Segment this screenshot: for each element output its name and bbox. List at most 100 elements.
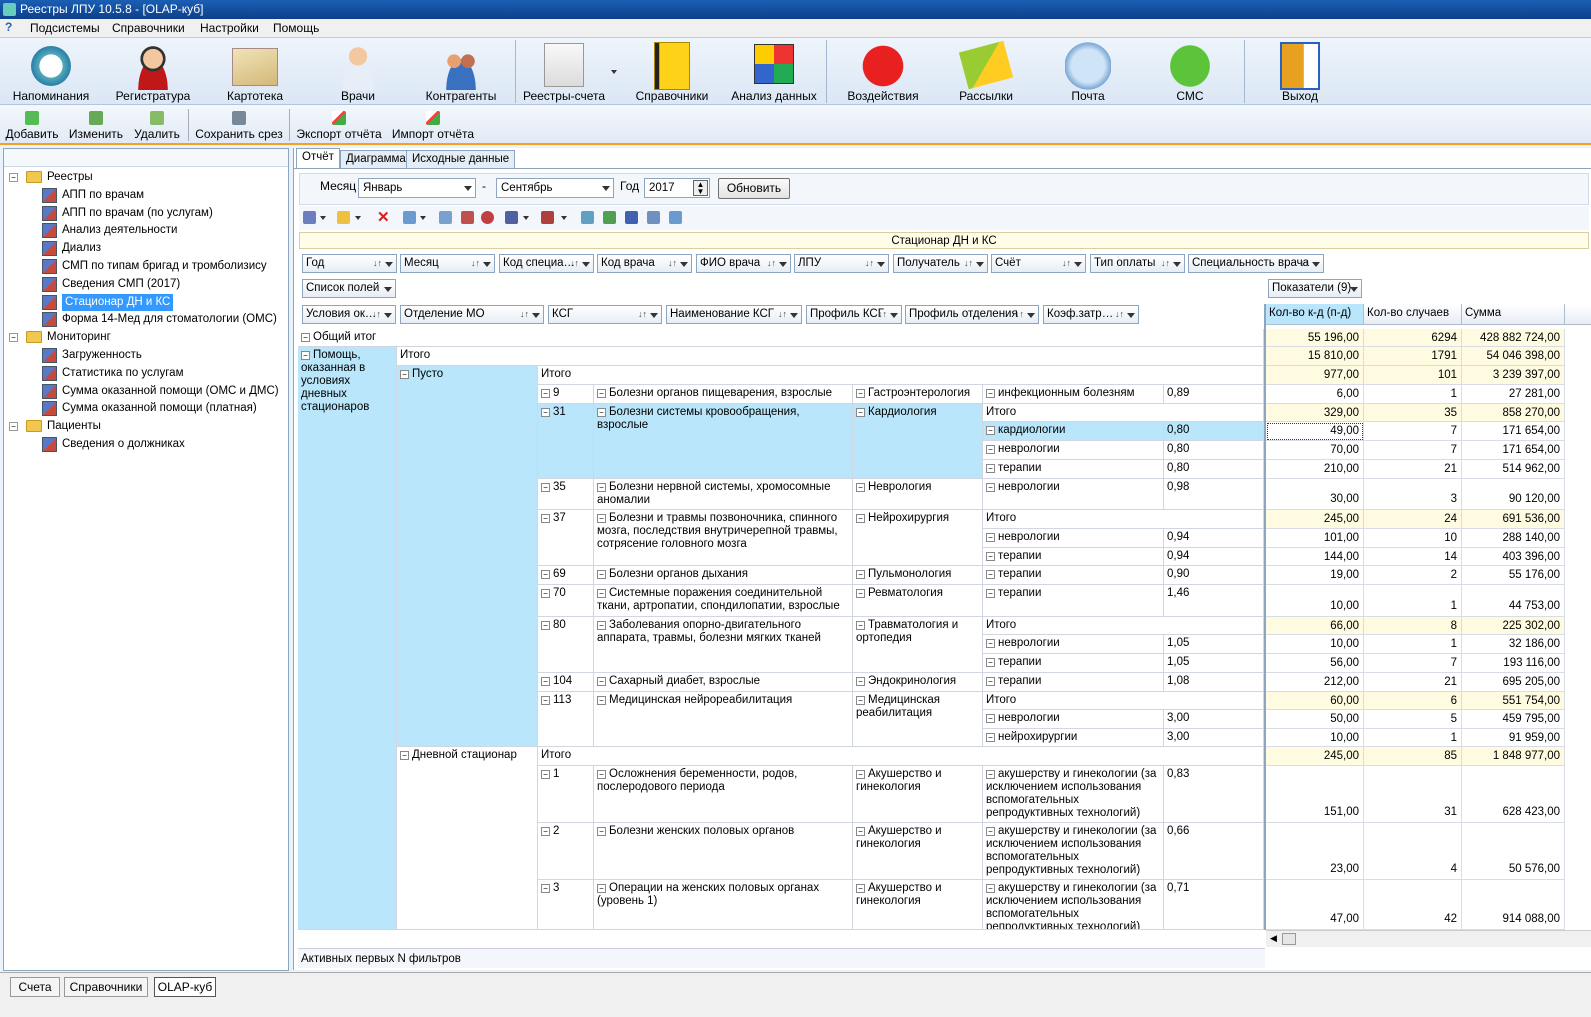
collapse-icon[interactable]: − bbox=[856, 696, 865, 705]
add-button[interactable]: Добавить bbox=[4, 107, 60, 143]
collapse-icon[interactable]: − bbox=[597, 570, 606, 579]
collapse-icon[interactable]: − bbox=[986, 714, 995, 723]
save-slice-button[interactable]: Сохранить срез bbox=[194, 107, 284, 143]
measure-header-sum[interactable]: Сумма bbox=[1462, 304, 1565, 325]
folder-open-icon[interactable] bbox=[337, 211, 350, 224]
value-cell[interactable]: 15 810,00 bbox=[1266, 347, 1364, 366]
ksg-name-cell[interactable]: − Болезни системы кровообращения, взрослы… bbox=[594, 404, 853, 479]
exit-button[interactable]: Выход bbox=[1260, 38, 1340, 105]
total-row[interactable]: Итого bbox=[538, 747, 1264, 766]
value-cell[interactable]: 10,00 bbox=[1266, 635, 1364, 654]
columns-icon[interactable] bbox=[541, 211, 554, 224]
filter-field-button[interactable]: Тип оплаты ↓↑ bbox=[1090, 254, 1185, 273]
filter-field-button[interactable]: Получатель ↓↑ bbox=[893, 254, 988, 273]
ksg-name-cell[interactable]: − Болезни нервной системы, хромосомные ан… bbox=[594, 479, 853, 510]
month-to-select[interactable]: Сентябрь bbox=[496, 178, 614, 198]
filter-field-button[interactable]: Специальность врача ↓↑ bbox=[1188, 254, 1324, 273]
value-cell[interactable]: 10,00 bbox=[1266, 585, 1364, 617]
value-cell[interactable]: 171 654,00 bbox=[1462, 441, 1565, 460]
total-row[interactable]: Итого bbox=[983, 692, 1264, 710]
filter-field-button[interactable]: ФИО врача ↓↑ bbox=[696, 254, 791, 273]
value-cell[interactable]: 47,00 bbox=[1266, 880, 1364, 930]
collapse-icon[interactable]: − bbox=[856, 514, 865, 523]
value-cell[interactable]: 5 bbox=[1364, 710, 1462, 729]
value-cell[interactable]: 6 bbox=[1364, 692, 1462, 710]
registers-invoices-button[interactable]: Реестры-счета bbox=[518, 38, 610, 105]
value-cell[interactable]: 245,00 bbox=[1266, 510, 1364, 529]
properties-icon[interactable] bbox=[669, 211, 682, 224]
total-row[interactable]: Итого bbox=[538, 366, 1264, 385]
bottom-tab-olap[interactable]: OLAP-куб bbox=[154, 977, 216, 997]
collapse-icon[interactable]: − bbox=[597, 483, 606, 492]
ksg-name-cell[interactable]: − Болезни органов пищеварения, взрослые bbox=[594, 385, 853, 404]
ksg-name-cell[interactable]: − Медицинская нейрореабилитация bbox=[594, 692, 853, 747]
value-cell[interactable]: 21 bbox=[1364, 673, 1462, 692]
filter-field-button[interactable]: Код специа… ↓↑ bbox=[499, 254, 594, 273]
coefficient-cell[interactable]: 0,94 bbox=[1164, 548, 1264, 566]
ksg-code-cell[interactable]: −3 bbox=[538, 880, 594, 930]
value-cell[interactable]: 101,00 bbox=[1266, 529, 1364, 548]
collapse-icon[interactable]: − bbox=[856, 677, 865, 686]
collapse-icon[interactable]: − bbox=[986, 464, 995, 473]
ksg-name-cell[interactable]: − Системные поражения соединительной ткан… bbox=[594, 585, 853, 617]
value-cell[interactable]: 14 bbox=[1364, 548, 1462, 566]
collapse-icon[interactable]: − bbox=[541, 696, 550, 705]
ksg-name-cell[interactable]: − Операции на женских половых органах (ур… bbox=[594, 880, 853, 930]
tab-chart[interactable]: Диаграмма bbox=[340, 150, 412, 168]
value-cell[interactable]: 144,00 bbox=[1266, 548, 1364, 566]
value-cell[interactable]: 193 116,00 bbox=[1462, 654, 1565, 673]
doctors-button[interactable]: Врачи bbox=[318, 38, 398, 105]
row-field-button[interactable]: Отделение МО ↓↑ bbox=[400, 305, 544, 324]
collapse-icon[interactable]: − bbox=[541, 621, 550, 630]
collapse-icon[interactable]: − bbox=[986, 658, 995, 667]
condition-cell[interactable]: − Помощь, оказанная в условиях дневных ст… bbox=[298, 347, 397, 930]
tab-report[interactable]: Отчёт bbox=[296, 148, 340, 169]
department-profile-cell[interactable]: − инфекционным болезням bbox=[983, 385, 1164, 404]
ksg-code-cell[interactable]: −104 bbox=[538, 673, 594, 692]
filter-field-button[interactable]: Год ↓↑ bbox=[302, 254, 397, 273]
link-icon[interactable] bbox=[481, 211, 494, 224]
value-cell[interactable]: 403 396,00 bbox=[1462, 548, 1565, 566]
ksg-code-cell[interactable]: −69 bbox=[538, 566, 594, 585]
chevron-down-icon[interactable] bbox=[320, 216, 326, 220]
coefficient-cell[interactable]: 3,00 bbox=[1164, 729, 1264, 747]
coefficient-cell[interactable]: 0,83 bbox=[1164, 766, 1264, 823]
value-cell[interactable]: 91 959,00 bbox=[1462, 729, 1565, 747]
collapse-icon[interactable]: − bbox=[856, 483, 865, 492]
collapse-icon[interactable]: − bbox=[597, 621, 606, 630]
collapse-icon[interactable]: − bbox=[986, 770, 995, 779]
collapse-icon[interactable]: − bbox=[856, 589, 865, 598]
row-field-button[interactable]: Профиль КСГ ↓↑ bbox=[806, 305, 902, 324]
value-cell[interactable]: 90 120,00 bbox=[1462, 479, 1565, 510]
value-cell[interactable]: 60,00 bbox=[1266, 692, 1364, 710]
ksg-profile-cell[interactable]: − Эндокринология bbox=[853, 673, 983, 692]
refresh-button[interactable]: Обновить bbox=[718, 178, 790, 199]
collapse-icon[interactable]: − bbox=[856, 621, 865, 630]
value-cell[interactable]: 151,00 bbox=[1266, 766, 1364, 823]
ksg-profile-cell[interactable]: − Акушерство и гинекология bbox=[853, 823, 983, 880]
data-analysis-button[interactable]: Анализ данных bbox=[728, 38, 820, 105]
save-icon[interactable] bbox=[303, 211, 316, 224]
ksg-name-cell[interactable]: − Осложнения беременности, родов, послеро… bbox=[594, 766, 853, 823]
department-cell[interactable]: − Дневной стационар bbox=[397, 747, 538, 930]
chevron-down-icon[interactable] bbox=[561, 216, 567, 220]
value-cell[interactable]: 7 bbox=[1364, 441, 1462, 460]
value-cell[interactable]: 8 bbox=[1364, 617, 1462, 635]
horizontal-scrollbar[interactable]: ◀ bbox=[1266, 930, 1591, 947]
coefficient-cell[interactable]: 1,05 bbox=[1164, 654, 1264, 673]
menu-settings[interactable]: Настройки bbox=[200, 21, 259, 35]
export-report-button[interactable]: Экспорт отчёта bbox=[294, 107, 384, 143]
collapse-icon[interactable]: − bbox=[541, 408, 550, 417]
value-cell[interactable]: 210,00 bbox=[1266, 460, 1364, 479]
collapse-icon[interactable]: − bbox=[541, 483, 550, 492]
value-cell[interactable]: 24 bbox=[1364, 510, 1462, 529]
value-cell[interactable]: 7 bbox=[1364, 654, 1462, 673]
coefficient-cell[interactable]: 0,90 bbox=[1164, 566, 1264, 585]
ksg-profile-cell[interactable]: − Неврология bbox=[853, 479, 983, 510]
collapse-icon[interactable]: − bbox=[597, 696, 606, 705]
department-profile-cell[interactable]: − терапии bbox=[983, 654, 1164, 673]
value-cell[interactable]: 55 196,00 bbox=[1266, 329, 1364, 347]
menu-references[interactable]: Справочники bbox=[112, 21, 185, 35]
delete-button[interactable]: Удалить bbox=[132, 107, 182, 143]
mail-button[interactable]: Почта bbox=[1048, 38, 1128, 105]
